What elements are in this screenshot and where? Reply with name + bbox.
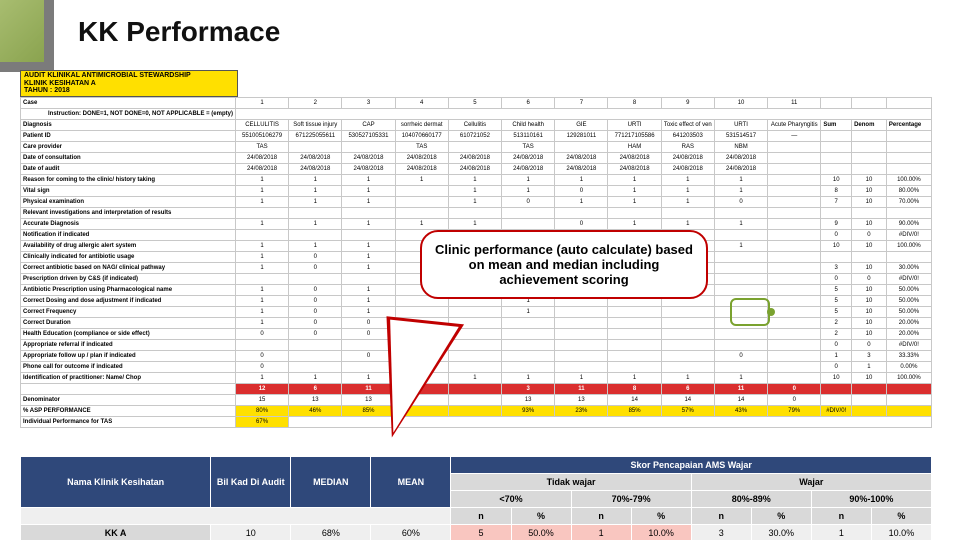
page-title: KK Performace bbox=[78, 16, 280, 48]
header-line3: TAHUN : 2018 bbox=[24, 87, 70, 94]
col-num: 9 bbox=[661, 98, 714, 109]
median-header: MEDIAN bbox=[291, 457, 371, 508]
callout-bubble: Clinic performance (auto calculate) base… bbox=[420, 230, 708, 299]
asp-score-label: ASP SCORE bbox=[21, 384, 236, 395]
corner-accent bbox=[0, 0, 54, 72]
col-num: 7 bbox=[555, 98, 608, 109]
diag-cell: Cellulitis bbox=[448, 120, 501, 131]
col-num: 3 bbox=[342, 98, 395, 109]
mean-value: 60% bbox=[371, 525, 451, 540]
col-num: 8 bbox=[608, 98, 661, 109]
bil-value: 10 bbox=[211, 525, 291, 540]
bucket-3: 80%-89% bbox=[691, 491, 811, 508]
col-num: 11 bbox=[768, 98, 821, 109]
case-label: Case bbox=[21, 98, 236, 109]
pct-label: Percentage bbox=[886, 120, 931, 131]
col-num: 10 bbox=[714, 98, 767, 109]
denominator-label: Denominator bbox=[21, 395, 236, 406]
bucket-2: 70%-79% bbox=[571, 491, 691, 508]
individual-value: 67% bbox=[235, 417, 288, 428]
tidak-wajar-header: Tidak wajar bbox=[451, 474, 691, 491]
score-table: Nama Klinik Kesihatan Bil Kad Di Audit M… bbox=[20, 456, 932, 540]
median-value: 68% bbox=[291, 525, 371, 540]
mean-header: MEAN bbox=[371, 457, 451, 508]
diag-cell: Soft tissue injury bbox=[289, 120, 342, 131]
asp-perf-label: % ASP PERFORMANCE bbox=[21, 406, 236, 417]
individual-label: Individual Performance for TAS bbox=[21, 417, 236, 428]
highlight-oval bbox=[730, 298, 770, 326]
header-line1: AUDIT KLINIKAL ANTIMICROBIAL STEWARDSHIP bbox=[24, 72, 191, 79]
kk-name: KK A bbox=[21, 525, 211, 540]
diag-cell: sorrheic dermat bbox=[395, 120, 448, 131]
col-num: 4 bbox=[395, 98, 448, 109]
bil-header: Bil Kad Di Audit bbox=[211, 457, 291, 508]
diag-cell: URTI bbox=[608, 120, 661, 131]
diag-cell: Acute Pharyngitis bbox=[768, 120, 821, 131]
header-line2: KLINIK KESIHATAN A bbox=[24, 80, 96, 87]
callout-tail bbox=[374, 316, 464, 443]
bucket-1: <70% bbox=[451, 491, 571, 508]
wajar-header: Wajar bbox=[691, 474, 931, 491]
diag-cell: CELLULITIS bbox=[235, 120, 288, 131]
instruction-label: Instruction: DONE=1, NOT DONE=0, NOT APP… bbox=[21, 109, 236, 120]
diag-cell: Child health bbox=[502, 120, 555, 131]
audit-header: AUDIT KLINIKAL ANTIMICROBIAL STEWARDSHIP… bbox=[20, 70, 238, 97]
diag-cell: GIE bbox=[555, 120, 608, 131]
col-num: 1 bbox=[235, 98, 288, 109]
bucket-4: 90%-100% bbox=[811, 491, 931, 508]
diag-cell: Toxic effect of ven bbox=[661, 120, 714, 131]
score-title: Skor Pencapaian AMS Wajar bbox=[451, 457, 932, 474]
denom-label: Denom bbox=[852, 120, 887, 131]
diag-cell: CAP bbox=[342, 120, 395, 131]
col-num: 2 bbox=[289, 98, 342, 109]
col-num: 6 bbox=[502, 98, 555, 109]
diagnosis-label: Diagnosis bbox=[21, 120, 236, 131]
name-header: Nama Klinik Kesihatan bbox=[21, 457, 211, 508]
col-num: 5 bbox=[448, 98, 501, 109]
sum-label: Sum bbox=[821, 120, 852, 131]
diag-cell: URTI bbox=[714, 120, 767, 131]
